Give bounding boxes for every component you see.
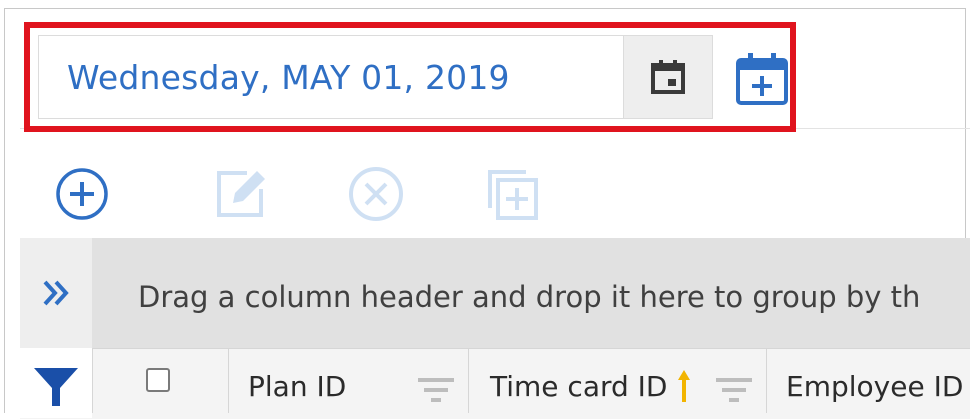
filter-icon — [34, 368, 78, 406]
edit-icon — [217, 171, 265, 217]
column-divider — [468, 348, 469, 413]
column-divider — [766, 348, 767, 413]
delete-button[interactable] — [346, 164, 406, 224]
column-header-employee-id[interactable]: Employee ID — [786, 370, 963, 403]
column-filter-icon[interactable] — [714, 376, 754, 406]
select-all-checkbox[interactable] — [146, 368, 170, 392]
column-header-plan-id[interactable]: Plan ID — [248, 370, 346, 403]
filter-toggle[interactable] — [20, 348, 92, 418]
column-divider — [228, 348, 229, 413]
column-header-time-card-id[interactable]: Time card ID — [490, 370, 668, 403]
group-panel-hint: Drag a column header and drop it here to… — [138, 280, 921, 314]
copy-add-icon — [488, 170, 538, 220]
edit-button[interactable] — [212, 164, 272, 224]
expand-button[interactable] — [20, 238, 92, 348]
column-filter-icon[interactable] — [416, 376, 456, 406]
add-circle-icon — [56, 168, 108, 220]
double-chevron-right-icon — [43, 280, 69, 306]
column-divider — [92, 348, 93, 413]
highlight-box — [24, 22, 796, 132]
delete-circle-icon — [349, 167, 403, 221]
add-button[interactable] — [52, 164, 112, 224]
copy-button[interactable] — [482, 164, 542, 224]
sort-ascending-icon — [678, 370, 690, 402]
